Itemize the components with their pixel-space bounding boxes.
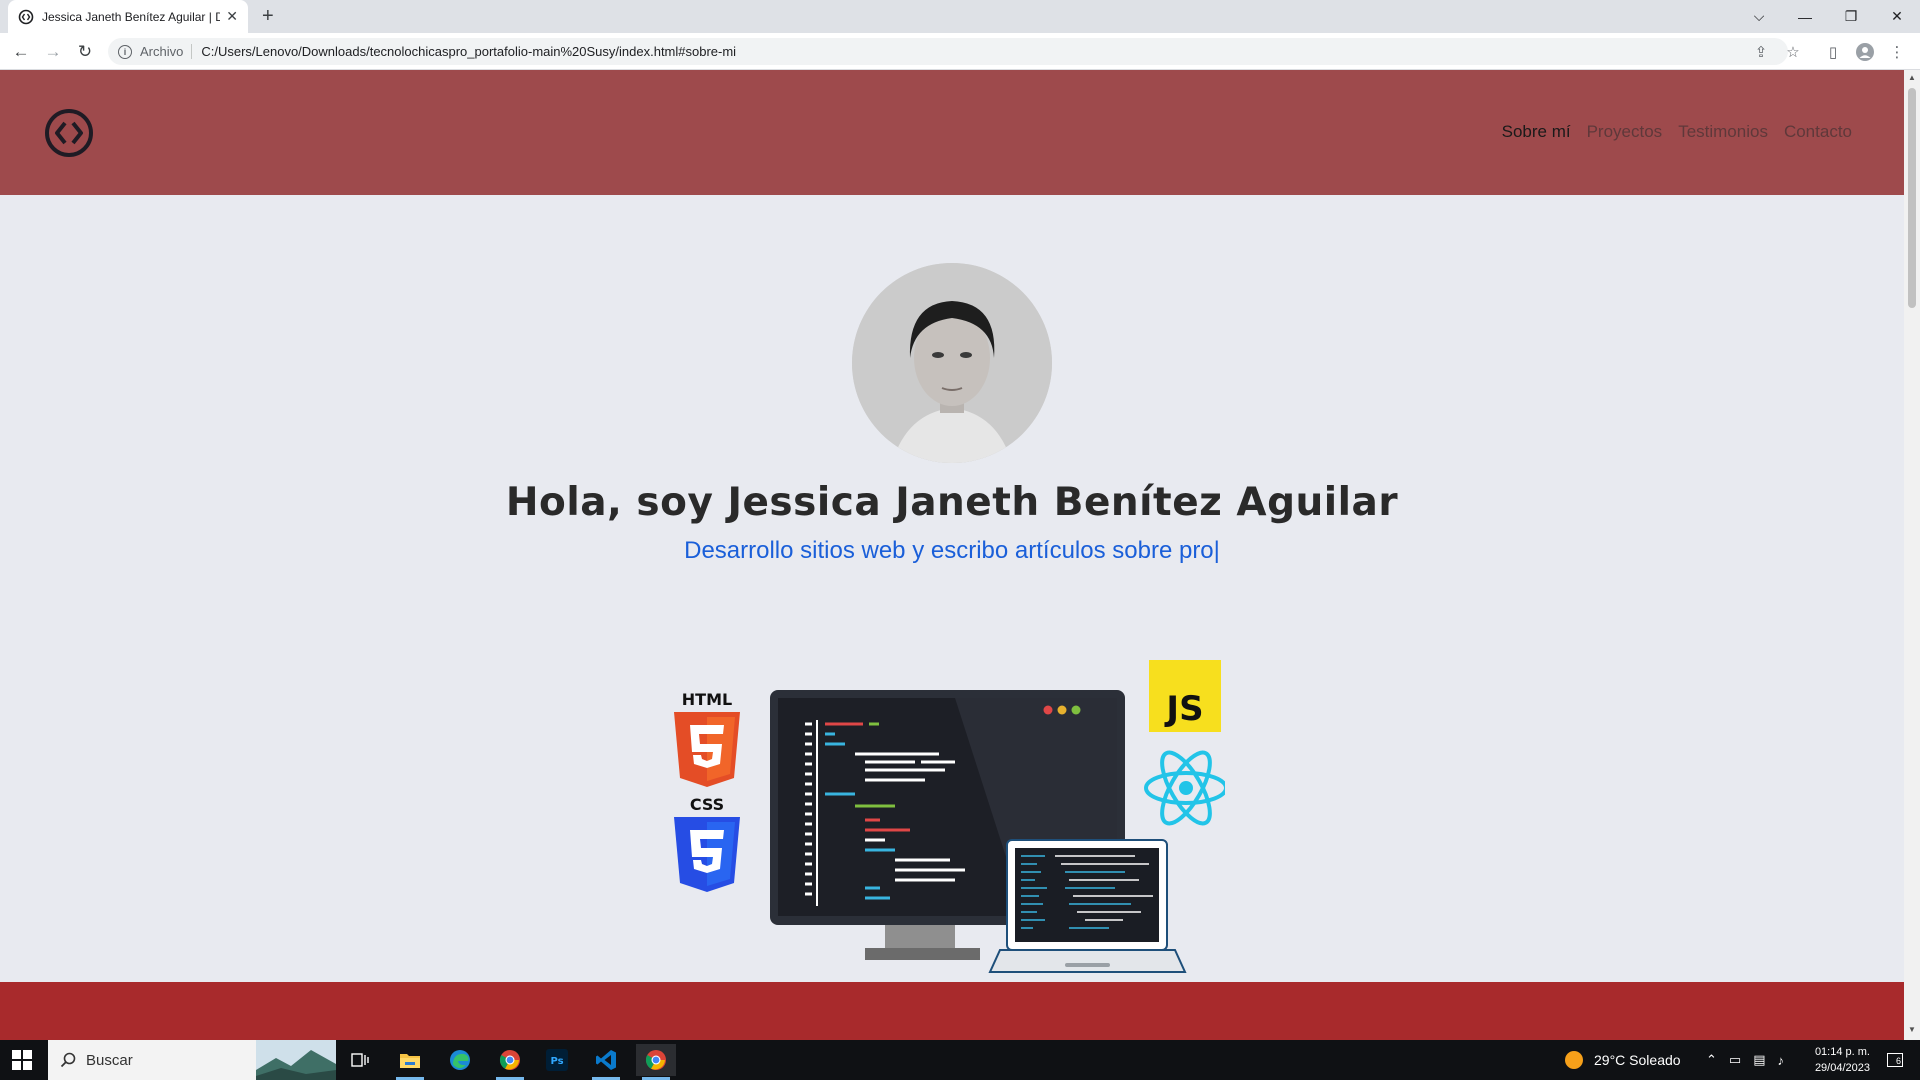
weather-text: 29°C Soleado — [1594, 1052, 1681, 1068]
taskbar-clock[interactable]: 01:14 p. m. 29/04/2023 — [1815, 1044, 1870, 1076]
new-tab-button[interactable]: + — [262, 6, 274, 26]
minimize-button[interactable]: — — [1782, 0, 1828, 33]
scroll-up-arrow-icon[interactable]: ▲ — [1908, 73, 1916, 82]
html5-icon: HTML — [674, 690, 740, 787]
chrome-icon[interactable] — [490, 1044, 530, 1080]
volume-icon[interactable]: ♪ — [1778, 1053, 1785, 1068]
search-placeholder: Buscar — [86, 1051, 133, 1069]
close-window-button[interactable]: ✕ — [1874, 0, 1920, 33]
network-icon[interactable]: ▤ — [1753, 1052, 1765, 1068]
restore-button[interactable]: ❐ — [1828, 0, 1874, 33]
search-icon — [60, 1052, 76, 1068]
hero-subtitle: Desarrollo sitios web y escribo artículo… — [684, 537, 1220, 564]
notification-center-icon[interactable]: 6 — [1878, 1040, 1912, 1080]
svg-text:Ps: Ps — [550, 1056, 563, 1067]
browser-tab[interactable]: Jessica Janeth Benítez Aguilar | D ✕ — [8, 0, 248, 33]
windows-start-icon[interactable] — [12, 1050, 32, 1070]
system-tray: ⌃ ▭ ▤ ♪ — [1706, 1040, 1784, 1080]
close-tab-icon[interactable]: ✕ — [226, 8, 238, 25]
vscode-icon[interactable] — [586, 1044, 626, 1080]
back-button[interactable]: ← — [10, 41, 32, 63]
profile-avatar-icon[interactable] — [1854, 41, 1876, 63]
address-url[interactable]: C:/Users/Lenovo/Downloads/tecnolochicasp… — [201, 44, 736, 59]
share-icon[interactable]: ⇪ — [1750, 41, 1772, 63]
js-label: JS — [1164, 689, 1203, 729]
page-scrollbar[interactable]: ▲ ▼ — [1904, 70, 1920, 1040]
address-bar[interactable]: i Archivo C:/Users/Lenovo/Downloads/tecn… — [108, 38, 1788, 65]
show-hidden-icons-icon[interactable]: ⌃ — [1706, 1052, 1717, 1068]
nav-link-contacto[interactable]: Contacto — [1784, 122, 1852, 142]
scroll-down-arrow-icon[interactable]: ▼ — [1908, 1025, 1916, 1034]
search-highlight-image — [256, 1040, 336, 1080]
clock-date: 29/04/2023 — [1814, 1062, 1870, 1074]
task-view-icon[interactable] — [340, 1044, 380, 1076]
laptop-icon — [988, 839, 1187, 973]
taskbar-search-box[interactable]: Buscar — [48, 1040, 336, 1080]
clock-time: 01:14 p. m. — [1814, 1046, 1870, 1058]
hero-illustration: HTML CSS JS — [674, 660, 1225, 973]
site-info-icon[interactable]: i — [118, 44, 132, 59]
nav-link-testimonios[interactable]: Testimonios — [1678, 122, 1768, 142]
side-panel-icon[interactable]: ▯ — [1822, 41, 1844, 63]
site-header: Sobre mí Proyectos Testimonios Contacto — [0, 70, 1904, 195]
next-section-band — [0, 982, 1904, 1040]
bookmark-star-icon[interactable]: ☆ — [1782, 41, 1804, 63]
photoshop-icon[interactable]: Ps — [537, 1044, 577, 1076]
tab-title: Jessica Janeth Benítez Aguilar | D — [42, 9, 221, 24]
nav-link-sobre-mi[interactable]: Sobre mí — [1502, 122, 1571, 142]
site-favicon-icon — [18, 9, 34, 24]
address-scheme: Archivo — [140, 44, 193, 59]
forward-button[interactable]: → — [42, 41, 64, 63]
file-explorer-icon[interactable] — [390, 1044, 430, 1080]
weather-widget[interactable]: 29°C Soleado — [1564, 1040, 1681, 1080]
notification-count: 6 — [1887, 1053, 1903, 1067]
browser-toolbar: ← → ↻ i Archivo C:/Users/Lenovo/Download… — [0, 33, 1920, 70]
edge-browser-icon[interactable] — [440, 1044, 480, 1076]
nav-link-proyectos[interactable]: Proyectos — [1587, 122, 1663, 142]
profile-photo — [852, 263, 1052, 463]
site-logo-icon[interactable] — [44, 108, 94, 158]
windows-taskbar: Buscar Ps 29°C Soleado ⌃ ▭ ▤ ♪ 01:14 p. … — [0, 1040, 1920, 1080]
reload-button[interactable]: ↻ — [74, 41, 96, 63]
browser-tabstrip: Jessica Janeth Benítez Aguilar | D ✕ + ⌵… — [0, 0, 1920, 33]
react-icon — [1144, 750, 1225, 826]
tab-search-icon[interactable]: ⌵ — [1736, 0, 1782, 33]
css-label: CSS — [690, 795, 724, 814]
scrollbar-thumb[interactable] — [1908, 88, 1916, 308]
meet-now-icon[interactable]: ▭ — [1729, 1052, 1741, 1068]
site-nav: Sobre mí Proyectos Testimonios Contacto — [1502, 122, 1852, 142]
hero-title: Hola, soy Jessica Janeth Benítez Aguilar — [505, 480, 1399, 525]
page-viewport: Sobre mí Proyectos Testimonios Contacto … — [0, 70, 1904, 1040]
html-label: HTML — [682, 690, 732, 709]
css3-icon: CSS — [674, 795, 740, 892]
sun-icon — [1565, 1051, 1583, 1069]
javascript-icon: JS — [1149, 660, 1221, 732]
chrome-active-icon[interactable] — [636, 1044, 676, 1080]
browser-menu-icon[interactable]: ⋮ — [1886, 41, 1908, 63]
